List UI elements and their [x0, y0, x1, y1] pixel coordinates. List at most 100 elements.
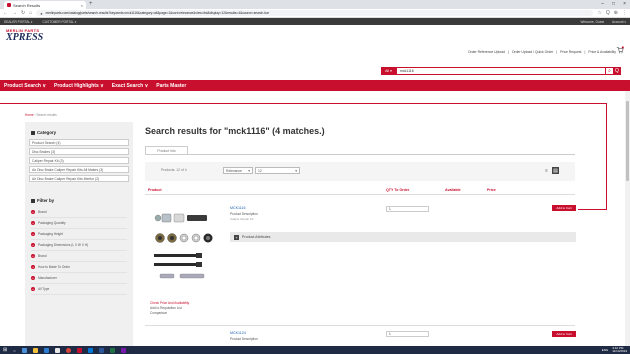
scrollbar-thumb[interactable] — [626, 101, 629, 181]
search-scope-select[interactable]: All ▾ — [381, 67, 396, 75]
browser-menu-icon[interactable]: ⋮ — [622, 10, 627, 16]
back-icon[interactable]: ← — [3, 10, 8, 16]
word-icon[interactable] — [98, 347, 104, 353]
clock[interactable]: 3:42 PM 11/14/2019 — [612, 346, 627, 354]
product-number-link[interactable]: MCK1124 — [230, 331, 246, 335]
row-divider — [145, 325, 575, 326]
order-reference-upload-link[interactable]: Order Reference Upload — [468, 50, 505, 54]
home-icon[interactable]: ⌂ — [29, 10, 32, 16]
plus-icon: + — [31, 221, 35, 225]
nav-product-search[interactable]: Product Search ∨ — [4, 83, 46, 89]
extension-icon[interactable]: ⊕ — [614, 10, 618, 16]
favicon-icon — [7, 3, 11, 7]
new-tab-button[interactable]: + — [89, 1, 93, 8]
products-count: Products: 12 of 4 — [161, 168, 187, 172]
language-indicator[interactable]: ENG — [602, 348, 609, 352]
file-explorer-icon[interactable] — [32, 347, 38, 353]
reload-icon[interactable]: ↻ — [21, 10, 25, 16]
customer-portal-link[interactable]: CUSTOMER PORTAL ▾ — [42, 20, 76, 24]
product-attributes-toggle[interactable]: + Product Attributes — [230, 232, 576, 242]
product-description: Product Description — [230, 337, 258, 341]
filter-item[interactable]: + Brand — [31, 207, 127, 218]
close-window-icon[interactable]: × — [623, 1, 626, 7]
account-menu[interactable]: Account ▾ — [612, 20, 626, 24]
url-field[interactable]: ● merlinparts.com/catalog/parts/search-r… — [36, 10, 594, 16]
filter-item[interactable]: + Manufacturer — [31, 273, 127, 284]
store-icon[interactable] — [43, 347, 49, 353]
quick-order-link[interactable]: Order Upload / Quick Order — [512, 50, 553, 54]
chrome-icon[interactable] — [65, 347, 71, 353]
category-item[interactable]: Caliper Repair Kit (3) — [29, 157, 129, 164]
filter-item[interactable]: + Packaging Quantity — [31, 218, 127, 229]
per-page-select[interactable]: 12 ▾ — [255, 167, 300, 174]
product-subtitle: Caliper Repair Kit — [230, 217, 254, 221]
browser-tab[interactable]: Search Results × — [4, 1, 86, 9]
breadcrumb-home[interactable]: Home — [25, 113, 34, 117]
chevron-down-icon: ▾ — [390, 69, 392, 73]
category-title: Category — [37, 130, 57, 135]
app-icon[interactable] — [76, 347, 82, 353]
search-button[interactable]: Q — [613, 67, 621, 75]
product-description: Product Description — [230, 212, 258, 216]
filter-title: Filter by — [37, 198, 55, 203]
compare-link[interactable]: Comparison — [150, 311, 189, 316]
filter-item[interactable]: + Brand — [31, 251, 127, 262]
filter-item[interactable]: + Packaging Height — [31, 229, 127, 240]
product-image[interactable] — [150, 208, 222, 288]
price-availability-link[interactable]: Price & Availability — [588, 50, 616, 54]
start-icon[interactable]: ⊞ — [3, 347, 7, 353]
cart-icon[interactable] — [616, 46, 624, 54]
search-icon[interactable]: ○ — [13, 348, 15, 353]
app-icon[interactable] — [54, 347, 60, 353]
filter-item[interactable]: + How to Made To Order — [31, 262, 127, 273]
add-to-cart-button[interactable]: Add to Cart — [552, 205, 576, 211]
page-scrollbar[interactable] — [625, 91, 630, 346]
nav-exact-search[interactable]: Exact Search ∨ — [112, 83, 148, 89]
quantity-input[interactable]: 1 — [386, 331, 429, 337]
category-heading: Category — [25, 122, 133, 139]
window-controls: – □ × — [601, 1, 626, 7]
annotation-line — [20, 103, 607, 104]
category-item[interactable]: Air Disc Brake Caliper Repair Kits Merit… — [29, 175, 129, 182]
search-input[interactable]: mck1116 — [396, 67, 606, 75]
add-to-cart-button[interactable]: Add to Cart — [552, 331, 576, 337]
category-item[interactable]: Air Disc Brake Caliper Repair Kits All M… — [29, 166, 129, 173]
site-logo[interactable]: MERLIN PARTS XPRESS — [6, 28, 43, 46]
product-number-link[interactable]: MCK1116 — [230, 206, 245, 210]
tab-close-icon[interactable]: × — [81, 3, 83, 8]
dealer-portal-link[interactable]: DEALER PORTAL ▾ — [4, 20, 32, 24]
quantity-input[interactable]: 1 — [386, 206, 429, 212]
bookmark-star-icon[interactable]: ☆ — [597, 10, 601, 16]
plus-icon: + — [31, 265, 35, 269]
col-product: Product — [148, 188, 162, 192]
chevron-down-icon: ▾ — [248, 168, 250, 173]
category-item[interactable]: Disc Brakes (3) — [29, 148, 129, 155]
filter-label: Manufacturer — [38, 276, 57, 280]
plus-icon: + — [31, 254, 35, 258]
tab-product-info[interactable]: Product Info — [145, 146, 188, 154]
nav-product-highlights[interactable]: Product Highlights ∨ — [54, 83, 104, 89]
header-links: Order Reference Upload | Order Upload / … — [468, 50, 616, 54]
app-icon[interactable] — [120, 347, 126, 353]
welcome-text: Welcome, Guest — [580, 19, 604, 24]
filter-item[interactable]: + All Type — [31, 284, 127, 295]
zoom-icon[interactable]: Q — [606, 10, 610, 16]
image-search-icon[interactable]: ⌕ — [606, 67, 613, 75]
filter-item[interactable]: + Packaging Dimensions (L X W X H) — [31, 240, 127, 251]
category-item[interactable]: Product Search (4) — [29, 139, 129, 146]
edge-icon[interactable] — [87, 347, 93, 353]
maximize-icon[interactable]: □ — [612, 1, 615, 7]
list-view-icon[interactable]: ≡ — [543, 167, 550, 174]
col-qty: QTY To Order — [386, 188, 410, 192]
excel-icon[interactable] — [109, 347, 115, 353]
col-available: Available — [445, 188, 461, 192]
forward-icon[interactable]: → — [12, 10, 17, 16]
nav-parts-master[interactable]: Parts Master — [156, 83, 186, 89]
tab-divider — [145, 154, 575, 155]
minimize-icon[interactable]: – — [601, 1, 604, 7]
page-title: Search results for "mck1116" (4 matches.… — [145, 126, 325, 136]
price-request-link[interactable]: Price Request — [560, 50, 581, 54]
task-view-icon[interactable] — [21, 347, 27, 353]
sort-select[interactable]: Relevance ▾ — [223, 167, 253, 174]
grid-view-icon[interactable]: ▤ — [552, 167, 559, 174]
